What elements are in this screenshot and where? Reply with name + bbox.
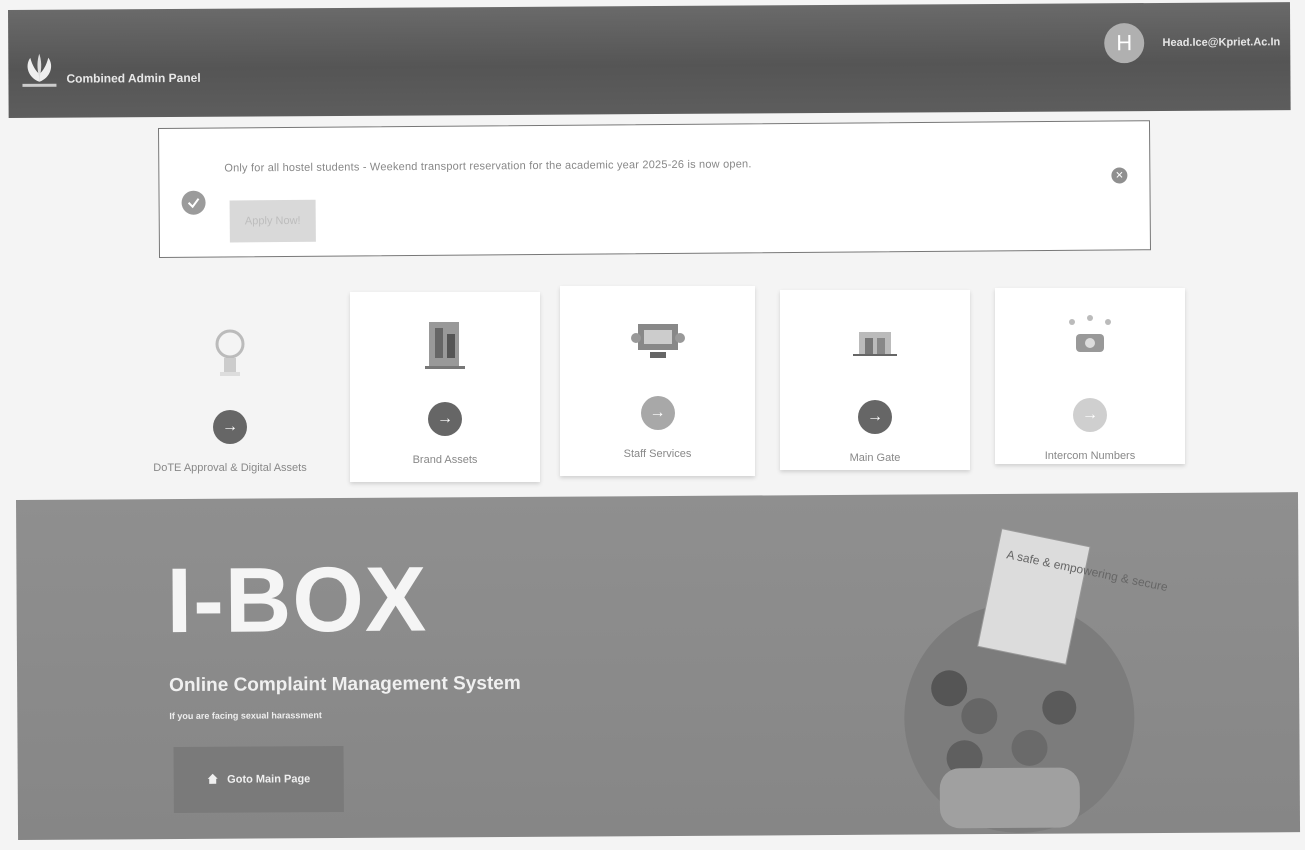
top-navbar: Combined Admin Panel H Head.Ice@Kpriet.A… [8,2,1291,118]
ibox-note: If you are facing sexual harassment [169,710,322,722]
staff-illustration-icon [630,324,685,358]
service-card-brand-assets[interactable]: → Brand Assets [350,292,540,482]
card-label: Brand Assets [412,454,478,466]
announcement-text: Only for all hostel students - Weekend t… [224,158,752,175]
service-card-intercom[interactable]: → Intercom Numbers [995,288,1185,464]
goto-main-page-button[interactable]: Goto Main Page [173,746,344,814]
check-circle-icon [181,190,206,215]
arrow-right-icon[interactable]: → [1073,398,1107,432]
card-label: Staff Services [623,448,692,460]
service-card-dote[interactable]: → DoTE Approval & Digital Assets [135,300,325,485]
service-card-main-gate[interactable]: → Main Gate [780,290,970,470]
ibox-title: I-BOX [166,548,428,653]
arrow-right-icon[interactable]: → [428,402,462,436]
ibox-banner: I-BOX Online Complaint Management System… [16,492,1301,840]
gate-illustration-icon [853,332,897,356]
announcement-banner: Only for all hostel students - Weekend t… [158,120,1151,258]
app-title: Combined Admin Panel [66,70,201,86]
institution-logo[interactable] [18,52,60,90]
card-label: Intercom Numbers [1044,450,1136,462]
brand-illustration-icon [425,322,465,369]
arrow-right-icon[interactable]: → [640,396,675,430]
home-icon [207,772,219,787]
ibox-subtitle: Online Complaint Management System [169,672,521,697]
avatar-letter: H [1116,30,1133,56]
arrow-right-icon[interactable]: → [858,400,892,434]
user-email[interactable]: Head.Ice@Kpriet.Ac.In [1162,36,1280,49]
telephone-illustration-icon [1069,315,1111,352]
arrow-right-icon[interactable]: → [213,410,247,444]
lightbulb-illustration-icon [215,329,245,376]
goto-main-page-label: Goto Main Page [227,773,311,786]
card-label: DoTE Approval & Digital Assets [153,462,307,474]
service-card-staff-services[interactable]: → Staff Services [560,286,755,476]
user-avatar[interactable]: H [1104,23,1145,64]
close-circle-icon[interactable]: ✕ [1111,167,1128,184]
card-label: Main Gate [849,452,901,464]
apply-now-button[interactable]: Apply Now! [229,199,316,243]
people-illustration-icon: A safe & empowering & secure environment… [904,528,1170,833]
